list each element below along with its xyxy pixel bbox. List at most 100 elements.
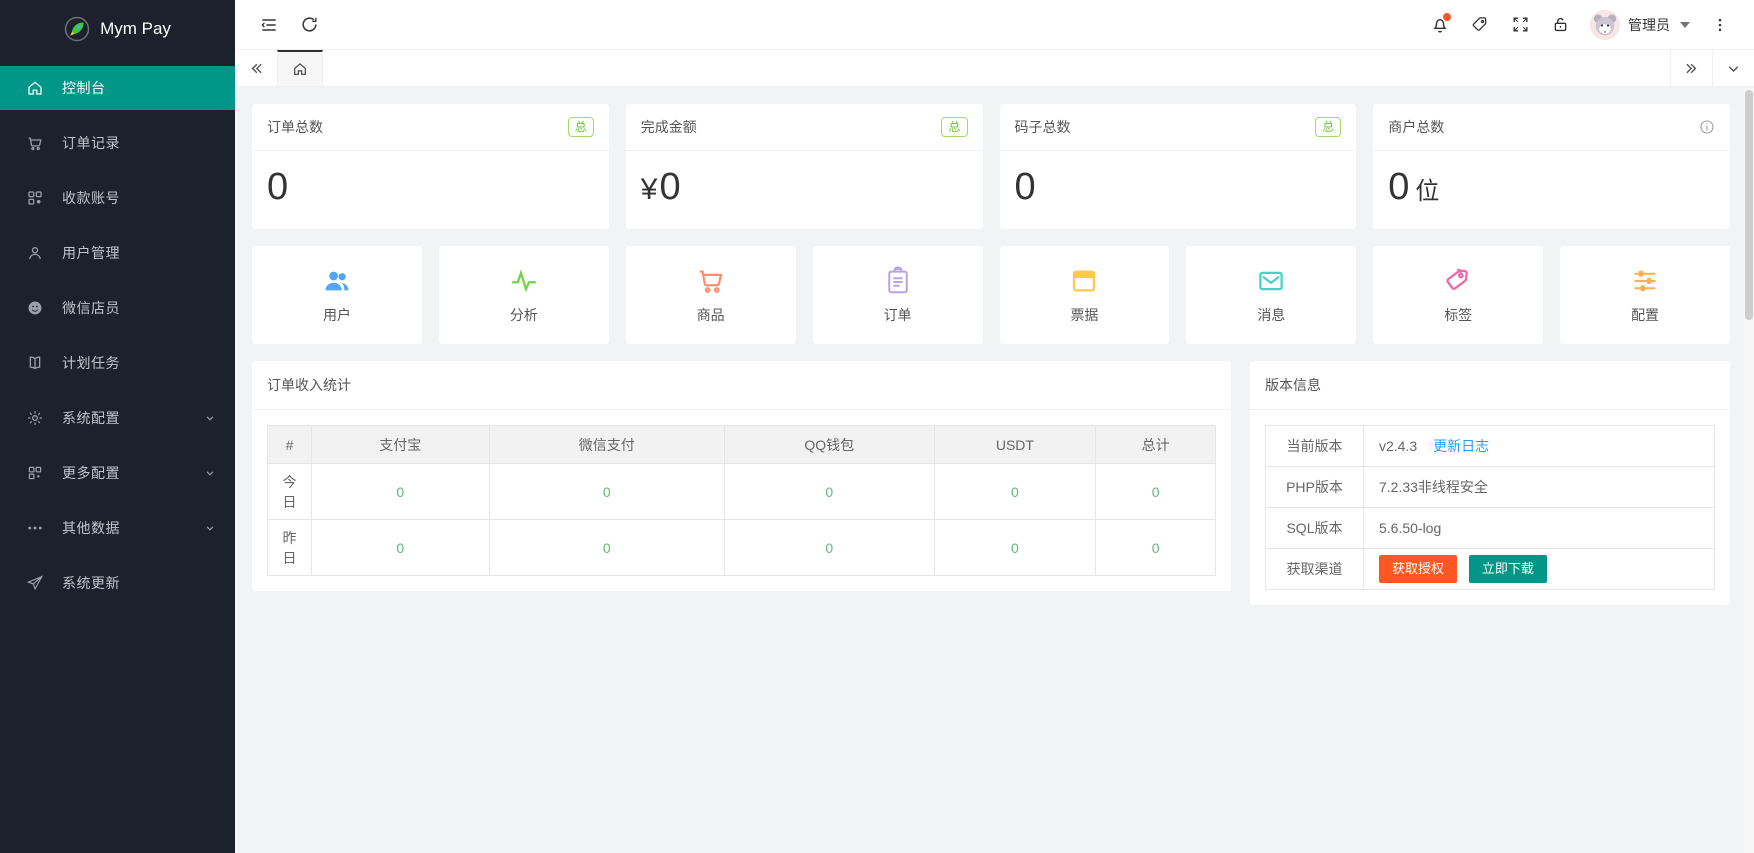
home-icon <box>26 79 44 97</box>
tabs-scroll-right-icon[interactable] <box>1670 50 1712 86</box>
download-now-button[interactable]: 立即下载 <box>1469 555 1547 583</box>
shortcut-settings[interactable]: 配置 <box>1560 246 1730 344</box>
version-table: 当前版本 v2.4.3更新日志 PHP版本 7.2.33非线程安全 SQL版本 … <box>1265 425 1715 590</box>
stat-card-total-orders: 订单总数 总 0 <box>252 104 609 229</box>
grid-icon <box>26 464 44 482</box>
cart-icon <box>695 266 727 296</box>
shortcut-tags[interactable]: 标签 <box>1373 246 1543 344</box>
row-label: 获取渠道 <box>1265 549 1363 590</box>
version-value: 7.2.33非线程安全 <box>1363 467 1714 508</box>
tabbar <box>235 50 1754 87</box>
col-header: 总计 <box>1096 426 1216 464</box>
sidebar-item-accounts[interactable]: 收款账号 <box>0 176 235 220</box>
tag-icon[interactable] <box>1460 0 1500 50</box>
total-badge: 总 <box>941 117 967 137</box>
gear-icon <box>26 409 44 427</box>
caret-down-icon <box>1680 22 1690 28</box>
shortcut-messages[interactable]: 消息 <box>1186 246 1356 344</box>
user-menu[interactable]: 管理员 <box>1580 10 1700 40</box>
cell-value: 0 <box>724 464 934 520</box>
sidebar-item-label: 订单记录 <box>62 133 217 153</box>
col-header: QQ钱包 <box>724 426 934 464</box>
cell-value: 0 <box>724 520 934 576</box>
table-row-yesterday: 昨日 0 0 0 0 0 <box>268 520 1216 576</box>
users-icon <box>321 266 353 296</box>
blocks-icon <box>26 189 44 207</box>
sidebar-item-label: 更多配置 <box>62 463 203 483</box>
clipboard-icon <box>882 266 914 296</box>
sidebar: Mym Pay 控制台 订单记录 收款账号 用户管理 <box>0 0 235 853</box>
ellipsis-icon <box>26 519 44 537</box>
vertical-scrollbar[interactable] <box>1744 88 1754 853</box>
table-row-today: 今日 0 0 0 0 0 <box>268 464 1216 520</box>
wechat-icon <box>26 299 44 317</box>
stat-card-total-codes: 码子总数 总 0 <box>1000 104 1357 229</box>
shortcut-label: 分析 <box>510 305 538 325</box>
shortcut-label: 用户 <box>323 305 351 325</box>
changelog-link[interactable]: 更新日志 <box>1433 438 1489 454</box>
tabs-scroll-left-icon[interactable] <box>235 50 277 86</box>
row-label: 今日 <box>268 464 312 520</box>
shortcut-users[interactable]: 用户 <box>252 246 422 344</box>
stat-title: 订单总数 <box>267 117 323 137</box>
version-panel-title: 版本信息 <box>1250 361 1730 410</box>
app-logo[interactable]: Mym Pay <box>0 0 235 58</box>
tabs-dropdown-icon[interactable] <box>1712 50 1754 86</box>
activity-icon <box>508 266 540 296</box>
sidebar-item-more-config[interactable]: 更多配置 <box>0 451 235 495</box>
sidebar-item-label: 计划任务 <box>62 353 217 373</box>
topbar-right: 管理员 <box>1420 0 1740 50</box>
stat-card-total-merchants: 商户总数 0位 <box>1373 104 1730 229</box>
version-row-channel: 获取渠道 获取授权 立即下载 <box>1265 549 1714 590</box>
col-header: 支付宝 <box>312 426 490 464</box>
lock-icon[interactable] <box>1540 0 1580 50</box>
income-header-row: # 支付宝 微信支付 QQ钱包 USDT 总计 <box>268 426 1216 464</box>
sidebar-item-dashboard[interactable]: 控制台 <box>0 66 235 110</box>
shortcut-orders[interactable]: 订单 <box>813 246 983 344</box>
sidebar-item-label: 其他数据 <box>62 518 203 538</box>
sidebar-item-system-update[interactable]: 系统更新 <box>0 561 235 605</box>
sidebar-item-other-data[interactable]: 其他数据 <box>0 506 235 550</box>
chevron-down-icon <box>203 411 217 425</box>
notifications-bell-icon[interactable] <box>1420 0 1460 50</box>
sidebar-item-wechat-staff[interactable]: 微信店员 <box>0 286 235 330</box>
tab-home[interactable] <box>277 50 323 86</box>
sidebar-item-system-config[interactable]: 系统配置 <box>0 396 235 440</box>
total-badge: 总 <box>1315 117 1341 137</box>
collapse-menu-icon[interactable] <box>249 0 289 50</box>
version-row-sql: SQL版本 5.6.50-log <box>1265 508 1714 549</box>
stat-value: 0 <box>252 151 609 229</box>
notification-dot <box>1443 13 1451 21</box>
version-panel: 版本信息 当前版本 v2.4.3更新日志 PHP版本 7.2.33非线程安全 <box>1250 361 1730 605</box>
sidebar-item-tasks[interactable]: 计划任务 <box>0 341 235 385</box>
shortcut-analytics[interactable]: 分析 <box>439 246 609 344</box>
cell-value: 0 <box>934 520 1096 576</box>
sidebar-item-users[interactable]: 用户管理 <box>0 231 235 275</box>
get-license-button[interactable]: 获取授权 <box>1379 555 1457 583</box>
currency-prefix: ¥ <box>641 173 658 206</box>
shortcut-label: 消息 <box>1257 305 1285 325</box>
stat-card-completed-amount: 完成金额 总 ¥0 <box>626 104 983 229</box>
scrollbar-thumb[interactable] <box>1745 90 1753 320</box>
shortcut-label: 订单 <box>884 305 912 325</box>
fullscreen-icon[interactable] <box>1500 0 1540 50</box>
shortcut-tickets[interactable]: 票据 <box>1000 246 1170 344</box>
sidebar-item-label: 收款账号 <box>62 188 217 208</box>
shortcut-products[interactable]: 商品 <box>626 246 796 344</box>
income-table: # 支付宝 微信支付 QQ钱包 USDT 总计 今日 0 <box>267 425 1216 576</box>
dashboard-content: 订单总数 总 0 完成金额 总 ¥0 码子总数 总 0 <box>235 87 1754 853</box>
more-kebab-icon[interactable] <box>1700 0 1740 50</box>
shortcut-label: 标签 <box>1444 305 1472 325</box>
info-icon[interactable] <box>1699 119 1715 135</box>
app-title: Mym Pay <box>100 19 171 39</box>
col-header: # <box>268 426 312 464</box>
refresh-icon[interactable] <box>289 0 329 50</box>
sidebar-item-orders[interactable]: 订单记录 <box>0 121 235 165</box>
stat-value: ¥0 <box>626 151 983 229</box>
cell-value: 0 <box>312 464 490 520</box>
sliders-icon <box>1629 266 1661 296</box>
cell-value: 0 <box>934 464 1096 520</box>
version-row-php: PHP版本 7.2.33非线程安全 <box>1265 467 1714 508</box>
version-row-current: 当前版本 v2.4.3更新日志 <box>1265 426 1714 467</box>
stat-title: 完成金额 <box>641 117 697 137</box>
